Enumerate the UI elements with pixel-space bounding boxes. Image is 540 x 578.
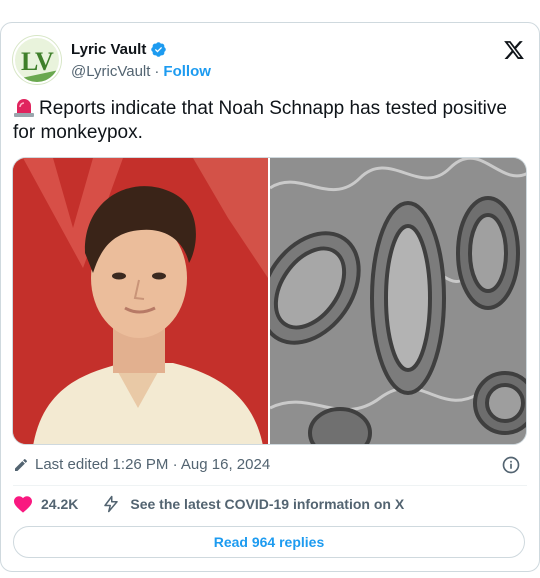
verified-badge-icon bbox=[151, 42, 167, 57]
siren-icon bbox=[14, 99, 34, 117]
media-photo-microscope[interactable] bbox=[270, 158, 526, 444]
tweet-media bbox=[12, 157, 527, 445]
pencil-icon bbox=[15, 458, 28, 471]
info-icon[interactable] bbox=[501, 455, 521, 475]
author-handle[interactable]: @LyricVault bbox=[71, 63, 150, 80]
action-bar: 24.2K See the latest COVID-19 informatio… bbox=[13, 495, 404, 513]
read-replies-label: Read 964 replies bbox=[213, 534, 325, 550]
portrait-photo-icon bbox=[13, 158, 268, 444]
covid-info-label: See the latest COVID-19 information on X bbox=[130, 496, 405, 512]
microscope-image-icon bbox=[270, 158, 526, 444]
tweet-text-block: Reports indicate that Noah Schnapp has t… bbox=[13, 97, 525, 145]
divider bbox=[13, 485, 527, 486]
avatar-initials: LV bbox=[21, 47, 54, 76]
lightning-icon bbox=[104, 495, 119, 513]
edited-timestamp[interactable]: Last edited 1:26 PM · Aug 16, 2024 bbox=[35, 456, 270, 473]
handle-separator: · bbox=[154, 63, 160, 80]
read-replies-button[interactable]: Read 964 replies bbox=[13, 526, 525, 558]
author-name-row: Lyric Vault bbox=[71, 41, 167, 58]
avatar[interactable]: LV bbox=[13, 36, 61, 84]
x-logo-icon[interactable] bbox=[503, 39, 525, 61]
tweet-text: Reports indicate that Noah Schnapp has t… bbox=[13, 98, 507, 143]
edited-timestamp-row: Last edited 1:26 PM · Aug 16, 2024 bbox=[13, 456, 270, 473]
follow-button[interactable]: Follow bbox=[163, 63, 211, 80]
author-display-name[interactable]: Lyric Vault bbox=[71, 41, 146, 58]
like-count: 24.2K bbox=[41, 496, 79, 512]
media-photo-portrait[interactable] bbox=[13, 158, 268, 444]
like-button[interactable]: 24.2K bbox=[13, 495, 78, 513]
heart-icon bbox=[14, 496, 32, 513]
author-handle-row: @LyricVault · Follow bbox=[71, 63, 211, 80]
covid-info-link[interactable]: See the latest COVID-19 information on X bbox=[102, 495, 404, 513]
tweet-card: LV Lyric Vault @LyricVault · Follow Repo… bbox=[0, 22, 540, 572]
